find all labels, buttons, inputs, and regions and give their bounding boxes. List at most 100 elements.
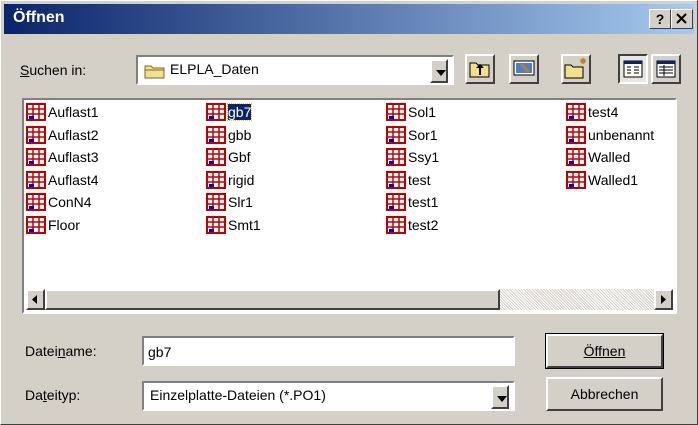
open-button[interactable]: Öffnen: [545, 333, 664, 369]
file-name: test2: [408, 216, 439, 233]
file-name: Auflast3: [48, 149, 99, 165]
right-arrow-icon: [661, 295, 666, 304]
close-button[interactable]: [671, 9, 693, 29]
title-bar[interactable]: Öffnen ?: [4, 4, 694, 34]
scroll-track[interactable]: [500, 289, 654, 310]
filetype-combo[interactable]: Einzelplatte-Dateien (*.PO1): [142, 381, 515, 411]
elpla-file-icon: [26, 170, 46, 189]
elpla-file-icon: [566, 103, 586, 121]
details-view-button[interactable]: [651, 54, 681, 84]
file-name: Gbf: [228, 149, 251, 165]
file-name: Walled: [588, 149, 631, 165]
file-item[interactable]: test1: [386, 192, 556, 212]
file-name: gbb: [228, 126, 252, 143]
file-item[interactable]: Ssy1: [386, 147, 556, 167]
file-name: Ssy1: [408, 149, 440, 165]
folder-icon: [144, 65, 165, 79]
left-arrow-icon: [32, 295, 37, 304]
file-name: Sol1: [408, 104, 437, 120]
file-name: Auflast1: [48, 104, 99, 120]
file-name: Smt1: [228, 216, 261, 233]
elpla-file-icon: [26, 125, 46, 144]
up-folder-button[interactable]: [465, 54, 495, 84]
elpla-file-icon: [386, 103, 406, 121]
desktop-button[interactable]: [509, 54, 539, 84]
file-name: ConN4: [48, 194, 92, 210]
file-item[interactable]: Slr1: [206, 192, 376, 212]
file-item[interactable]: Auflast4: [26, 170, 196, 190]
filetype-value: Einzelplatte-Dateien (*.PO1): [150, 387, 326, 403]
elpla-file-icon: [386, 215, 406, 234]
file-name: unbenannt: [588, 126, 655, 143]
file-item[interactable]: Auflast1: [26, 102, 196, 122]
filetype-dropdown-button[interactable]: [491, 385, 509, 409]
file-name: Floor: [48, 216, 80, 233]
file-name: rigid: [228, 171, 255, 188]
cancel-button[interactable]: Abbrechen: [546, 377, 663, 411]
elpla-file-icon: [206, 148, 226, 166]
window-title: Öffnen: [13, 9, 65, 26]
elpla-file-icon: [26, 215, 46, 234]
file-item[interactable]: rigid: [206, 170, 376, 190]
open-dialog: Öffnen ? Suchen in: ELPLA_Daten Auflast1…: [0, 0, 698, 425]
file-item[interactable]: ConN4: [26, 192, 196, 212]
elpla-file-icon: [26, 148, 46, 166]
horizontal-scrollbar[interactable]: [26, 289, 673, 310]
elpla-file-icon: [206, 125, 226, 144]
file-item[interactable]: Smt1: [206, 215, 376, 235]
new-folder-button[interactable]: [561, 54, 591, 84]
filetype-label: Dateityp:: [25, 387, 81, 403]
list-view-button[interactable]: [618, 54, 648, 84]
elpla-file-icon: [26, 103, 46, 121]
lookin-label: Suchen in:: [20, 62, 87, 78]
file-item[interactable]: Floor: [26, 215, 196, 235]
filename-value: gb7: [148, 344, 172, 360]
file-name: test: [408, 171, 431, 188]
elpla-file-icon: [206, 103, 226, 121]
elpla-file-icon: [386, 125, 406, 144]
file-name: Auflast4: [48, 171, 99, 188]
elpla-file-icon: [206, 170, 226, 189]
elpla-file-icon: [566, 148, 586, 166]
file-list[interactable]: Auflast1 Auflast2 Auflast3 Auflast4 ConN4 Flo…: [22, 98, 677, 314]
file-item[interactable]: test4: [566, 102, 674, 122]
desktop-icon: [513, 60, 535, 76]
list-view-icon: [623, 60, 643, 78]
lookin-combo[interactable]: ELPLA_Daten: [136, 55, 454, 85]
file-item[interactable]: test2: [386, 215, 556, 235]
file-name: Auflast2: [48, 126, 99, 143]
file-item[interactable]: Walled1: [566, 170, 674, 190]
elpla-file-icon: [566, 170, 586, 189]
file-name: Walled1: [588, 171, 639, 188]
scroll-right-button[interactable]: [654, 289, 673, 310]
file-item[interactable]: unbenannt: [566, 125, 674, 145]
lookin-dropdown-button[interactable]: [430, 59, 448, 83]
filename-input[interactable]: gb7: [142, 336, 515, 366]
elpla-file-icon: [206, 215, 226, 234]
file-item[interactable]: Sor1: [386, 125, 556, 145]
filename-label: Dateiname:: [25, 343, 97, 359]
file-item[interactable]: test: [386, 170, 556, 190]
file-item[interactable]: Gbf: [206, 147, 376, 167]
file-item[interactable]: Auflast3: [26, 147, 196, 167]
help-button[interactable]: ?: [649, 9, 671, 29]
file-item[interactable]: Sol1: [386, 102, 556, 122]
file-name: test4: [588, 104, 619, 120]
elpla-file-icon: [206, 193, 226, 211]
scroll-left-button[interactable]: [26, 289, 45, 310]
file-item[interactable]: gb7: [206, 102, 376, 122]
scroll-thumb[interactable]: [45, 289, 500, 310]
close-icon: [676, 13, 687, 24]
elpla-file-icon: [386, 170, 406, 189]
file-name: gb7: [226, 103, 253, 121]
file-item[interactable]: Auflast2: [26, 125, 196, 145]
up-folder-icon: [469, 62, 490, 78]
file-name: test1: [408, 194, 439, 210]
lookin-label-text: uchen in:: [29, 62, 87, 78]
file-item[interactable]: Walled: [566, 147, 674, 167]
file-item[interactable]: gbb: [206, 125, 376, 145]
lookin-value: ELPLA_Daten: [170, 61, 259, 77]
file-name: Sor1: [408, 126, 438, 143]
file-name: Slr1: [228, 194, 253, 210]
elpla-file-icon: [26, 193, 46, 211]
